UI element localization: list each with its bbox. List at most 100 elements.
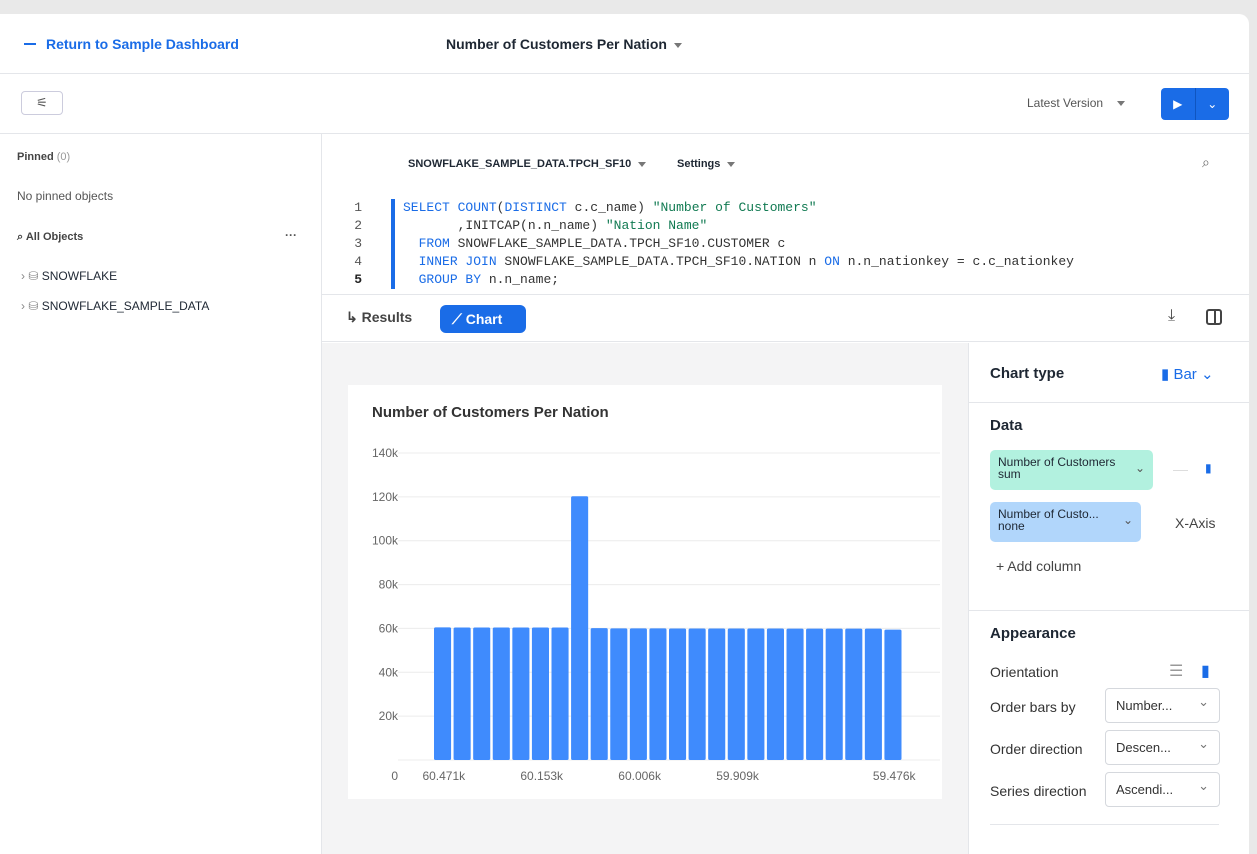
y-tick-label: 80k xyxy=(379,578,399,592)
code-line: ,INITCAP(n.n_name) "Nation Name" xyxy=(403,218,708,233)
code-line: FROM SNOWFLAKE_SAMPLE_DATA.TPCH_SF10.CUS… xyxy=(418,236,786,251)
pinned-heading: Pinned xyxy=(17,151,54,163)
chevron-down-icon[interactable]: ⌄ xyxy=(1196,88,1230,120)
split-view-icon[interactable] xyxy=(1206,309,1222,325)
caret-down-icon xyxy=(727,161,736,167)
bar xyxy=(708,628,726,760)
line-chart-icon: ⟋ xyxy=(452,311,462,327)
header: Return to Sample Dashboard Number of Cus… xyxy=(0,14,1249,74)
db-label: SNOWFLAKE_SAMPLE_DATA xyxy=(41,299,210,313)
y-tick-label: 0 xyxy=(391,769,398,783)
y-tick-label: 120k xyxy=(372,490,399,504)
worksheet-title[interactable]: Number of Customers Per Nation xyxy=(446,36,682,52)
all-objects-heading[interactable]: ⌕ All Objects xyxy=(17,231,83,244)
tab-chart[interactable]: ⟋ Chart xyxy=(440,305,526,333)
bar xyxy=(806,628,824,760)
line-number: 4 xyxy=(354,254,362,269)
chart-type-heading: Chart type xyxy=(990,365,1065,382)
horizontal-bars-icon[interactable]: ☰ xyxy=(1169,661,1183,681)
bar xyxy=(453,627,471,760)
chart-type-value: Bar xyxy=(1173,366,1197,383)
app-window: Return to Sample Dashboard Number of Cus… xyxy=(0,14,1249,854)
bar xyxy=(727,628,745,760)
db-item-snowflake[interactable]: › ⛁ SNOWFLAKE xyxy=(21,269,117,283)
data-heading: Data xyxy=(990,417,1023,434)
bar xyxy=(845,628,863,760)
x-tick-label: 60.153k xyxy=(520,769,564,783)
more-icon[interactable]: ··· xyxy=(285,228,297,242)
caret-down-icon xyxy=(638,161,647,167)
x-tick-label: 59.909k xyxy=(716,769,760,783)
bar-chart-icon[interactable]: ▮ xyxy=(1205,461,1212,475)
bar xyxy=(864,628,882,760)
run-button[interactable]: ▶ ⌄ xyxy=(1161,88,1229,120)
all-objects-label: All Objects xyxy=(25,231,84,243)
y-tick-label: 20k xyxy=(379,709,399,723)
caret-down-icon xyxy=(673,42,682,48)
bar xyxy=(531,627,549,760)
add-column-button[interactable]: + Add column xyxy=(996,558,1081,574)
version-select[interactable]: Latest Version xyxy=(1027,96,1126,110)
bar xyxy=(825,628,843,760)
search-icon[interactable]: ⌕ xyxy=(1202,154,1210,171)
series-direction-select[interactable]: Ascendi... xyxy=(1105,772,1220,807)
bar xyxy=(629,628,647,760)
context-select[interactable]: SNOWFLAKE_SAMPLE_DATA.TPCH_SF10 xyxy=(408,158,647,170)
chevron-down-icon: ⌄ xyxy=(1134,461,1145,475)
filter-button[interactable]: ⚟ xyxy=(21,91,63,115)
context-label: SNOWFLAKE_SAMPLE_DATA.TPCH_SF10 xyxy=(408,158,632,170)
chevron-right-icon: › xyxy=(21,299,25,313)
line-number: 5 xyxy=(354,272,362,287)
order-direction-label: Order direction xyxy=(990,741,1083,757)
database-icon: ⛁ xyxy=(28,299,39,313)
appearance-heading: Appearance xyxy=(990,625,1076,642)
tab-results[interactable]: ↳ Results xyxy=(346,309,412,326)
download-icon[interactable]: ⤓ xyxy=(1168,307,1175,325)
back-label: Return to Sample Dashboard xyxy=(46,36,239,52)
chevron-right-icon: › xyxy=(21,269,25,283)
db-item-snowflake-sample-data[interactable]: › ⛁ SNOWFLAKE_SAMPLE_DATA xyxy=(21,299,209,313)
line-number: 3 xyxy=(354,236,362,251)
column-agg: none xyxy=(998,519,1025,533)
object-sidebar: Pinned (0) No pinned objects ⌕ All Objec… xyxy=(0,134,322,854)
minus-icon xyxy=(24,43,36,45)
bar xyxy=(512,627,530,760)
order-by-label: Order bars by xyxy=(990,699,1076,715)
back-link[interactable]: Return to Sample Dashboard xyxy=(24,36,239,52)
vertical-bars-icon[interactable]: ▮ xyxy=(1201,661,1210,681)
code-line: GROUP BY n.n_name; xyxy=(418,272,560,287)
bar xyxy=(669,628,687,760)
toolbar: ⚟ Latest Version ▶ ⌄ xyxy=(0,74,1249,134)
x-tick-label: 60.006k xyxy=(618,769,662,783)
play-icon[interactable]: ▶ xyxy=(1161,88,1196,120)
bar xyxy=(884,629,902,760)
results-tabs: ↳ Results ⟋ Chart ⤓ xyxy=(322,294,1249,342)
x-axis-label: X-Axis xyxy=(1175,515,1216,531)
main-area: SNOWFLAKE_SAMPLE_DATA.TPCH_SF10 Settings… xyxy=(322,134,1249,854)
line-number: 1 xyxy=(354,200,362,215)
x-column-pill[interactable]: Number of Custo... none ⌄ xyxy=(990,502,1141,542)
y-tick-label: 40k xyxy=(379,665,399,679)
order-direction-select[interactable]: Descen... xyxy=(1105,730,1220,765)
caret-down-icon xyxy=(1117,101,1126,107)
x-tick-label: 59.476k xyxy=(873,769,917,783)
bar xyxy=(434,627,452,760)
bar-chart-icon: ▮ xyxy=(1161,366,1170,383)
settings-label: Settings xyxy=(677,158,721,170)
x-tick-label: 60.471k xyxy=(422,769,466,783)
bar xyxy=(551,627,569,760)
series-direction-label: Series direction xyxy=(990,783,1087,799)
chart-card: Number of Customers Per Nation 0 20k 40k 60… xyxy=(348,385,942,799)
order-by-select[interactable]: Number... xyxy=(1105,688,1220,723)
db-label: SNOWFLAKE xyxy=(41,269,118,283)
settings-select[interactable]: Settings xyxy=(677,158,736,170)
pinned-count: (0) xyxy=(56,151,71,163)
chevron-down-icon: ⌄ xyxy=(1122,513,1133,527)
chart-type-select[interactable]: ▮ Bar ⌄ xyxy=(1161,365,1214,383)
bar xyxy=(786,628,804,760)
bar xyxy=(492,627,510,760)
title-text: Number of Customers Per Nation xyxy=(446,36,667,52)
y-column-pill[interactable]: Number of Customers sum ⌄ xyxy=(990,450,1153,490)
add-column-label: Add column xyxy=(1007,558,1082,574)
bar xyxy=(610,628,628,760)
